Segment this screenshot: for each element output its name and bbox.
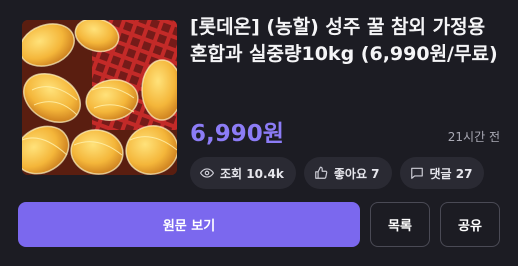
product-price: 6,990원 [190, 121, 284, 147]
likes-count: 좋아요 7 [333, 166, 380, 181]
product-title[interactable]: [롯데온] (농할) 성주 꿀 참외 가정용 혼합과 실중량10kg (6,99… [190, 14, 500, 68]
share-button[interactable]: 공유 [440, 202, 500, 247]
likes-chip[interactable]: 좋아요 7 [303, 157, 392, 189]
posted-time: 21시간 전 [447, 130, 500, 144]
thumbs-up-icon [315, 166, 328, 179]
eye-icon [200, 168, 214, 178]
melon-photo [22, 20, 177, 175]
deal-card: [롯데온] (농할) 성주 꿀 참외 가정용 혼합과 실중량10kg (6,99… [0, 0, 518, 266]
comments-chip[interactable]: 댓글 27 [399, 157, 485, 189]
views-count: 조회 10.4k [220, 166, 284, 181]
stats-row: 조회 10.4k 좋아요 7 댓글 27 [190, 157, 485, 189]
view-original-button[interactable]: 원문 보기 [18, 202, 360, 247]
list-button[interactable]: 목록 [370, 202, 430, 247]
product-image[interactable] [22, 20, 177, 175]
views-chip: 조회 10.4k [190, 157, 296, 189]
comment-icon [410, 167, 423, 179]
comments-count: 댓글 27 [429, 166, 473, 181]
